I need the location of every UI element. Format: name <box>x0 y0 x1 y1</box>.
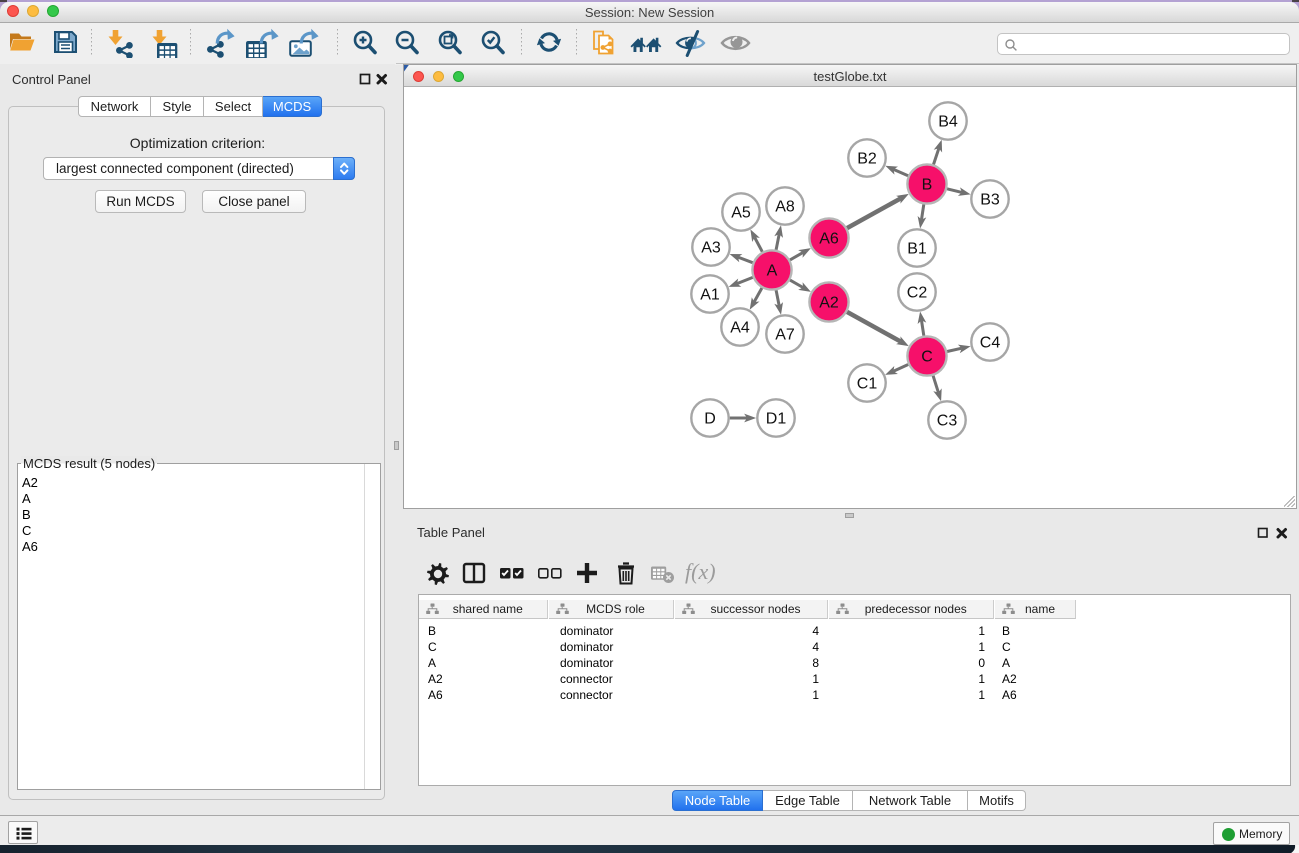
svg-text:A1: A1 <box>700 287 720 304</box>
svg-text:C1: C1 <box>857 376 878 393</box>
svg-text:A5: A5 <box>731 205 751 222</box>
svg-text:C2: C2 <box>907 285 928 302</box>
svg-text:A2: A2 <box>819 295 839 312</box>
svg-text:A: A <box>767 263 778 280</box>
svg-text:C: C <box>921 349 933 366</box>
svg-text:B3: B3 <box>980 192 1000 209</box>
svg-text:f(x): f(x) <box>685 559 716 584</box>
svg-text:D1: D1 <box>766 411 787 428</box>
svg-text:C4: C4 <box>980 335 1001 352</box>
svg-text:A6: A6 <box>819 231 839 248</box>
svg-text:B2: B2 <box>857 151 877 168</box>
svg-text:A3: A3 <box>701 240 721 257</box>
svg-text:B1: B1 <box>907 241 927 258</box>
svg-text:A8: A8 <box>775 199 795 216</box>
svg-text:B: B <box>922 177 933 194</box>
svg-text:C3: C3 <box>937 413 958 430</box>
svg-text:A4: A4 <box>730 320 750 337</box>
svg-text:B4: B4 <box>938 114 958 131</box>
svg-text:A7: A7 <box>775 327 795 344</box>
svg-text:D: D <box>704 411 716 428</box>
